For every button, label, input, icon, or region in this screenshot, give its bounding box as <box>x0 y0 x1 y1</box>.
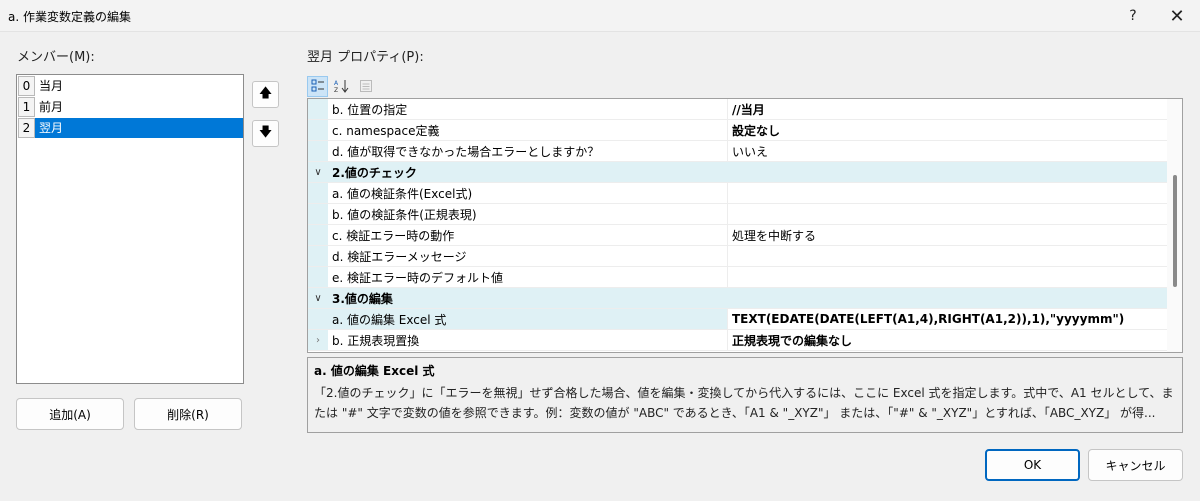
list-item-label: 前月 <box>39 100 64 114</box>
expand-icon[interactable]: › <box>308 330 328 350</box>
property-value[interactable]: 正規表現での編集なし <box>728 330 1167 350</box>
property-value[interactable]: //当月 <box>728 99 1167 119</box>
row-gutter <box>308 267 328 287</box>
add-button[interactable]: 追加(A) <box>16 398 124 430</box>
property-row-selected[interactable]: a. 値の編集 Excel 式 TEXT(EDATE(DATE(LEFT(A1,… <box>308 309 1167 330</box>
list-item[interactable]: 1 前月 <box>17 96 243 117</box>
property-row[interactable]: e. 検証エラー時のデフォルト値 <box>308 267 1167 288</box>
property-grid[interactable]: b. 位置の指定 //当月 c. namespace定義 設定なし d. 値が取… <box>307 98 1183 353</box>
property-value[interactable]: TEXT(EDATE(DATE(LEFT(A1,4),RIGHT(A1,2)),… <box>728 309 1167 329</box>
description-title: a. 値の編集 Excel 式 <box>314 364 435 378</box>
property-name: b. 正規表現置換 <box>328 330 728 350</box>
row-gutter <box>308 246 328 266</box>
property-value[interactable]: いいえ <box>728 141 1167 161</box>
list-item-index: 0 <box>18 75 35 96</box>
help-button[interactable]: ? <box>1110 0 1156 32</box>
sort-az-icon: A Z <box>334 80 348 93</box>
row-gutter <box>308 225 328 245</box>
property-name: a. 値の編集 Excel 式 <box>328 309 728 329</box>
property-name: b. 値の検証条件(正規表現) <box>328 204 728 224</box>
property-name: d. 値が取得できなかった場合エラーとしますか？ <box>328 141 728 161</box>
ok-button[interactable]: OK <box>985 449 1080 481</box>
members-list[interactable]: 0 当月 1 前月 2 翌月 <box>16 74 244 384</box>
category-row[interactable]: ∨ 3.値の編集 <box>308 288 1167 309</box>
arrow-up-icon: 🡅 <box>258 85 273 101</box>
property-name: e. 検証エラー時のデフォルト値 <box>328 267 728 287</box>
property-value[interactable] <box>728 204 1167 224</box>
list-item[interactable]: 0 当月 <box>17 75 243 96</box>
property-row[interactable]: a. 値の検証条件(Excel式) <box>308 183 1167 204</box>
move-up-button[interactable]: 🡅 <box>252 81 279 108</box>
description-panel: a. 値の編集 Excel 式 「2.値のチェック」に「エラーを無視」せず合格し… <box>307 357 1183 433</box>
row-gutter <box>308 141 328 161</box>
property-value[interactable] <box>728 267 1167 287</box>
categorized-icon <box>311 79 324 92</box>
property-value[interactable] <box>728 246 1167 266</box>
property-name: d. 検証エラーメッセージ <box>328 246 728 266</box>
property-row[interactable]: c. 検証エラー時の動作 処理を中断する <box>308 225 1167 246</box>
list-item-label: 翌月 <box>35 117 243 138</box>
row-gutter <box>308 120 328 140</box>
collapse-icon[interactable]: ∨ <box>308 162 328 182</box>
row-gutter <box>308 309 328 329</box>
row-gutter <box>308 204 328 224</box>
arrow-down-icon: 🡇 <box>258 124 273 140</box>
property-pages-icon <box>359 80 372 92</box>
delete-button[interactable]: 削除(R) <box>134 398 242 430</box>
list-item-index: 2 <box>18 117 35 138</box>
property-row[interactable]: d. 値が取得できなかった場合エラーとしますか？ いいえ <box>308 141 1167 162</box>
property-value[interactable] <box>728 183 1167 203</box>
category-label: 3.値の編集 <box>332 291 393 306</box>
property-toolbar: A Z <box>307 75 379 97</box>
property-row[interactable]: b. 値の検証条件(正規表現) <box>308 204 1167 225</box>
category-label: 2.値のチェック <box>332 165 417 180</box>
property-row[interactable]: c. namespace定義 設定なし <box>308 120 1167 141</box>
cancel-button[interactable]: キャンセル <box>1088 449 1183 481</box>
property-row[interactable]: d. 検証エラーメッセージ <box>308 246 1167 267</box>
window-title: a. 作業変数定義の編集 <box>8 10 131 24</box>
title-bar: a. 作業変数定義の編集 ? ✕ <box>0 0 1200 32</box>
properties-label: 翌月 プロパティ(P): <box>307 50 424 65</box>
categorized-view-button[interactable] <box>307 75 328 97</box>
description-text: 「2.値のチェック」に「エラーを無視」せず合格した場合、値を編集・変換してから代… <box>314 386 1174 420</box>
category-row[interactable]: ∨ 2.値のチェック <box>308 162 1167 183</box>
alphabetical-sort-button[interactable]: A Z <box>331 76 352 97</box>
close-button[interactable]: ✕ <box>1154 0 1200 32</box>
property-value[interactable]: 設定なし <box>728 120 1167 140</box>
members-label: メンバー(M): <box>17 50 95 65</box>
svg-text:Z: Z <box>334 87 338 93</box>
move-down-button[interactable]: 🡇 <box>252 120 279 147</box>
property-name: b. 位置の指定 <box>328 99 728 119</box>
property-row[interactable]: › b. 正規表現置換 正規表現での編集なし <box>308 330 1167 351</box>
collapse-icon[interactable]: ∨ <box>308 288 328 308</box>
list-item-selected[interactable]: 2 翌月 <box>17 117 243 138</box>
svg-text:A: A <box>334 80 339 87</box>
property-row[interactable]: b. 位置の指定 //当月 <box>308 99 1167 120</box>
list-item-label: 当月 <box>39 79 64 93</box>
property-value[interactable]: 処理を中断する <box>728 225 1167 245</box>
property-name: c. 検証エラー時の動作 <box>328 225 728 245</box>
list-item-index: 1 <box>18 96 35 117</box>
row-gutter <box>308 183 328 203</box>
property-name: a. 値の検証条件(Excel式) <box>328 183 728 203</box>
scrollbar-thumb[interactable] <box>1173 175 1177 287</box>
vertical-scrollbar[interactable] <box>1167 99 1182 352</box>
row-gutter <box>308 99 328 119</box>
property-name: c. namespace定義 <box>328 120 728 140</box>
property-pages-button[interactable] <box>355 76 376 97</box>
